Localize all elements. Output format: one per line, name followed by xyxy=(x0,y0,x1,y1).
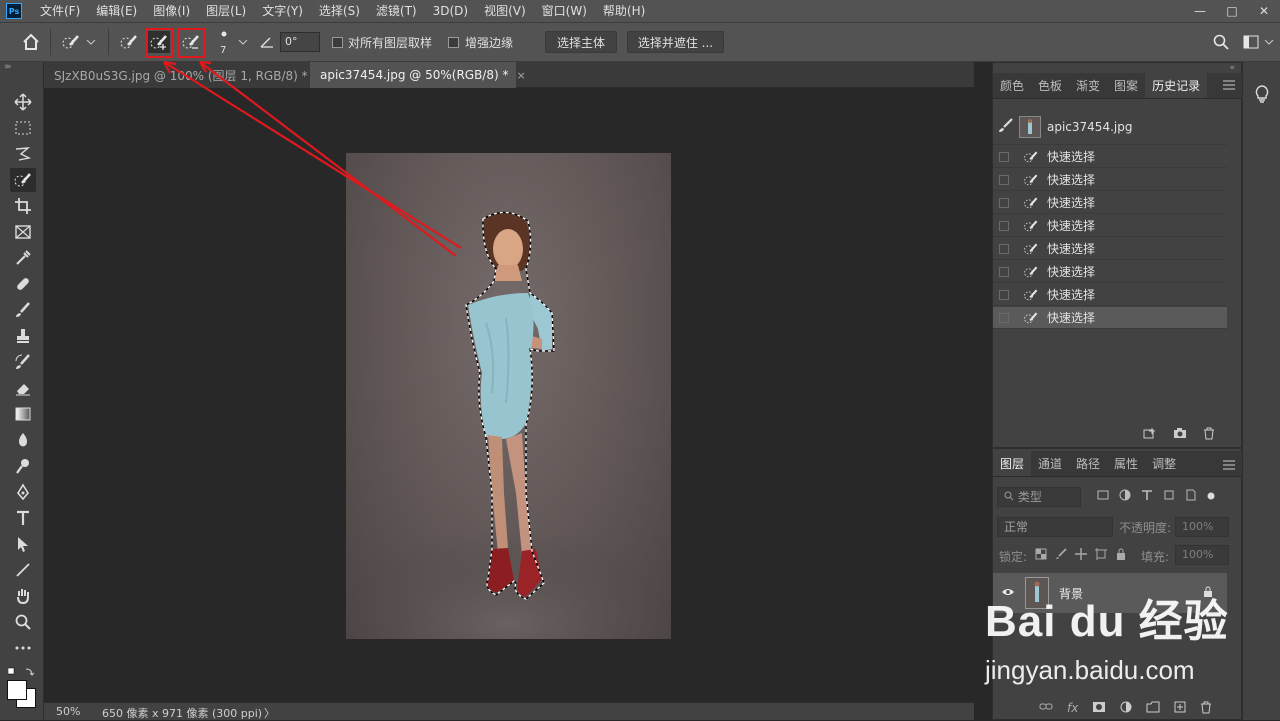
opacity-input[interactable]: 100% xyxy=(1175,517,1229,537)
layers-panel-tabs: 图层 通道 路径 属性 调整 xyxy=(993,451,1243,477)
history-state-label: 快速选择 xyxy=(1047,242,1096,256)
new-document-from-state-icon[interactable] xyxy=(1143,427,1157,442)
history-state-label: 快速选择 xyxy=(1047,173,1096,187)
watermark-url: jingyan.baidu.com xyxy=(985,655,1195,685)
status-bar: 50% 650 像素 x 971 像素 (300 ppi) 〉 xyxy=(44,702,974,720)
document-info: 650 像素 x 971 像素 (300 ppi) xyxy=(102,707,263,720)
lock-label: 锁定: xyxy=(999,550,1028,564)
history-panel-tabs: 颜色 色板 渐变 图案 历史记录 xyxy=(993,73,1243,99)
layer-filter-select[interactable]: 类型 xyxy=(997,487,1081,507)
lock-pixels-icon[interactable] xyxy=(1055,548,1067,563)
fx-icon[interactable]: fx xyxy=(1067,701,1078,717)
status-menu-arrow[interactable]: 〉 xyxy=(264,705,275,721)
snapshot-thumbnail xyxy=(1019,115,1041,138)
adjustment-layer-icon[interactable] xyxy=(1120,701,1132,717)
history-state-row[interactable]: 快速选择 xyxy=(993,169,1227,191)
new-group-icon[interactable] xyxy=(1146,701,1160,717)
quick-selection-icon xyxy=(1023,241,1039,257)
quick-selection-icon xyxy=(1023,218,1039,234)
history-panel-tab[interactable]: 历史记录 xyxy=(1145,73,1208,98)
learn-lightbulb-icon[interactable] xyxy=(1253,84,1271,107)
history-state-checkbox[interactable] xyxy=(999,220,1009,231)
lock-all-icon[interactable] xyxy=(1115,548,1127,563)
layers-panel-menu-icon[interactable] xyxy=(1223,459,1235,473)
lock-position-icon[interactable] xyxy=(1075,548,1087,563)
layers-footer-icons: fx xyxy=(1039,701,1212,717)
quick-selection-icon xyxy=(1023,149,1039,165)
history-state-row[interactable]: 快速选择 xyxy=(993,261,1227,283)
new-layer-icon[interactable] xyxy=(1174,701,1186,717)
link-layers-icon[interactable] xyxy=(1039,701,1053,717)
quick-selection-icon xyxy=(1023,195,1039,211)
smart-object-filter-icon[interactable] xyxy=(1185,489,1197,504)
collapse-panel-icon[interactable]: « xyxy=(1229,63,1235,73)
pixel-filter-icon[interactable] xyxy=(1097,489,1109,504)
opacity-label: 不透明度: xyxy=(1119,521,1172,535)
add-mask-icon[interactable] xyxy=(1092,701,1106,717)
history-panel-tab[interactable]: 图案 xyxy=(1107,73,1145,98)
layers-panel-tab[interactable]: 图层 xyxy=(993,451,1032,476)
history-panel: « 颜色 色板 渐变 图案 历史记录 apic37454.jpg 快速选择 快速选择 快速选… xyxy=(992,62,1243,448)
history-panel-tab[interactable]: 渐变 xyxy=(1069,73,1107,98)
lock-icons xyxy=(1035,548,1127,563)
lock-artboard-icon[interactable] xyxy=(1095,548,1107,563)
quick-selection-icon xyxy=(1023,172,1039,188)
layers-panel-tab[interactable]: 调整 xyxy=(1145,451,1183,476)
history-state-checkbox[interactable] xyxy=(999,289,1009,300)
history-state-label: 快速选择 xyxy=(1047,196,1096,210)
delete-layer-icon[interactable] xyxy=(1200,701,1212,717)
filter-search-icon xyxy=(1004,490,1014,504)
blend-mode-select[interactable]: 正常 xyxy=(997,517,1113,537)
history-state-label: 快速选择 xyxy=(1047,150,1096,164)
history-state-row[interactable]: 快速选择 xyxy=(993,215,1227,237)
history-state-label: 快速选择 xyxy=(1047,219,1096,233)
history-state-row[interactable]: 快速选择 xyxy=(993,238,1227,260)
quick-selection-icon xyxy=(1023,287,1039,303)
history-panel-tab[interactable]: 色板 xyxy=(1031,73,1069,98)
history-state-label: 快速选择 xyxy=(1047,265,1096,279)
quick-selection-icon xyxy=(1023,310,1039,326)
history-state-checkbox[interactable] xyxy=(999,197,1009,208)
filter-type-label: 类型 xyxy=(1017,490,1042,504)
history-state-checkbox[interactable] xyxy=(999,243,1009,254)
fill-input[interactable]: 100% xyxy=(1175,545,1229,565)
filter-toggle-icon[interactable] xyxy=(1207,489,1215,504)
layer-filter-icons xyxy=(1097,489,1215,504)
fill-label: 填充: xyxy=(1141,550,1170,564)
trash-icon[interactable] xyxy=(1203,427,1215,443)
snapshot-label: apic37454.jpg xyxy=(1047,119,1133,134)
camera-icon[interactable] xyxy=(1173,427,1187,442)
zoom-level[interactable]: 50% xyxy=(56,705,80,718)
history-panel-tab[interactable]: 颜色 xyxy=(993,73,1031,98)
history-state-row[interactable]: 快速选择 xyxy=(993,146,1227,168)
quick-selection-icon xyxy=(1023,264,1039,280)
history-state-label: 快速选择 xyxy=(1047,311,1096,325)
history-state-row[interactable]: 快速选择 xyxy=(993,284,1227,306)
history-state-checkbox[interactable] xyxy=(999,174,1009,185)
shape-filter-icon[interactable] xyxy=(1163,489,1175,504)
panel-menu-icon[interactable] xyxy=(1223,79,1235,93)
watermark-brand: Bai du 经验 xyxy=(985,597,1229,646)
history-state-row[interactable]: 快速选择 xyxy=(993,192,1227,214)
baidu-watermark: Bai du 经验 jingyan.baidu.com xyxy=(985,585,1245,695)
right-icon-strip xyxy=(1242,62,1280,720)
history-state-checkbox[interactable] xyxy=(999,151,1009,162)
type-filter-icon[interactable] xyxy=(1141,489,1153,504)
adjustment-filter-icon[interactable] xyxy=(1119,489,1131,504)
history-brush-source-icon[interactable] xyxy=(997,117,1015,136)
history-state-row[interactable]: 快速选择 xyxy=(993,307,1227,329)
history-state-checkbox[interactable] xyxy=(999,266,1009,277)
layers-panel-tab[interactable]: 路径 xyxy=(1069,451,1107,476)
layers-panel-tab[interactable]: 属性 xyxy=(1107,451,1145,476)
lock-transparency-icon[interactable] xyxy=(1035,548,1047,563)
history-state-checkbox[interactable] xyxy=(999,312,1009,323)
history-state-label: 快速选择 xyxy=(1047,288,1096,302)
layers-panel-tab[interactable]: 通道 xyxy=(1031,451,1069,476)
history-snapshot[interactable]: apic37454.jpg xyxy=(993,109,1227,145)
